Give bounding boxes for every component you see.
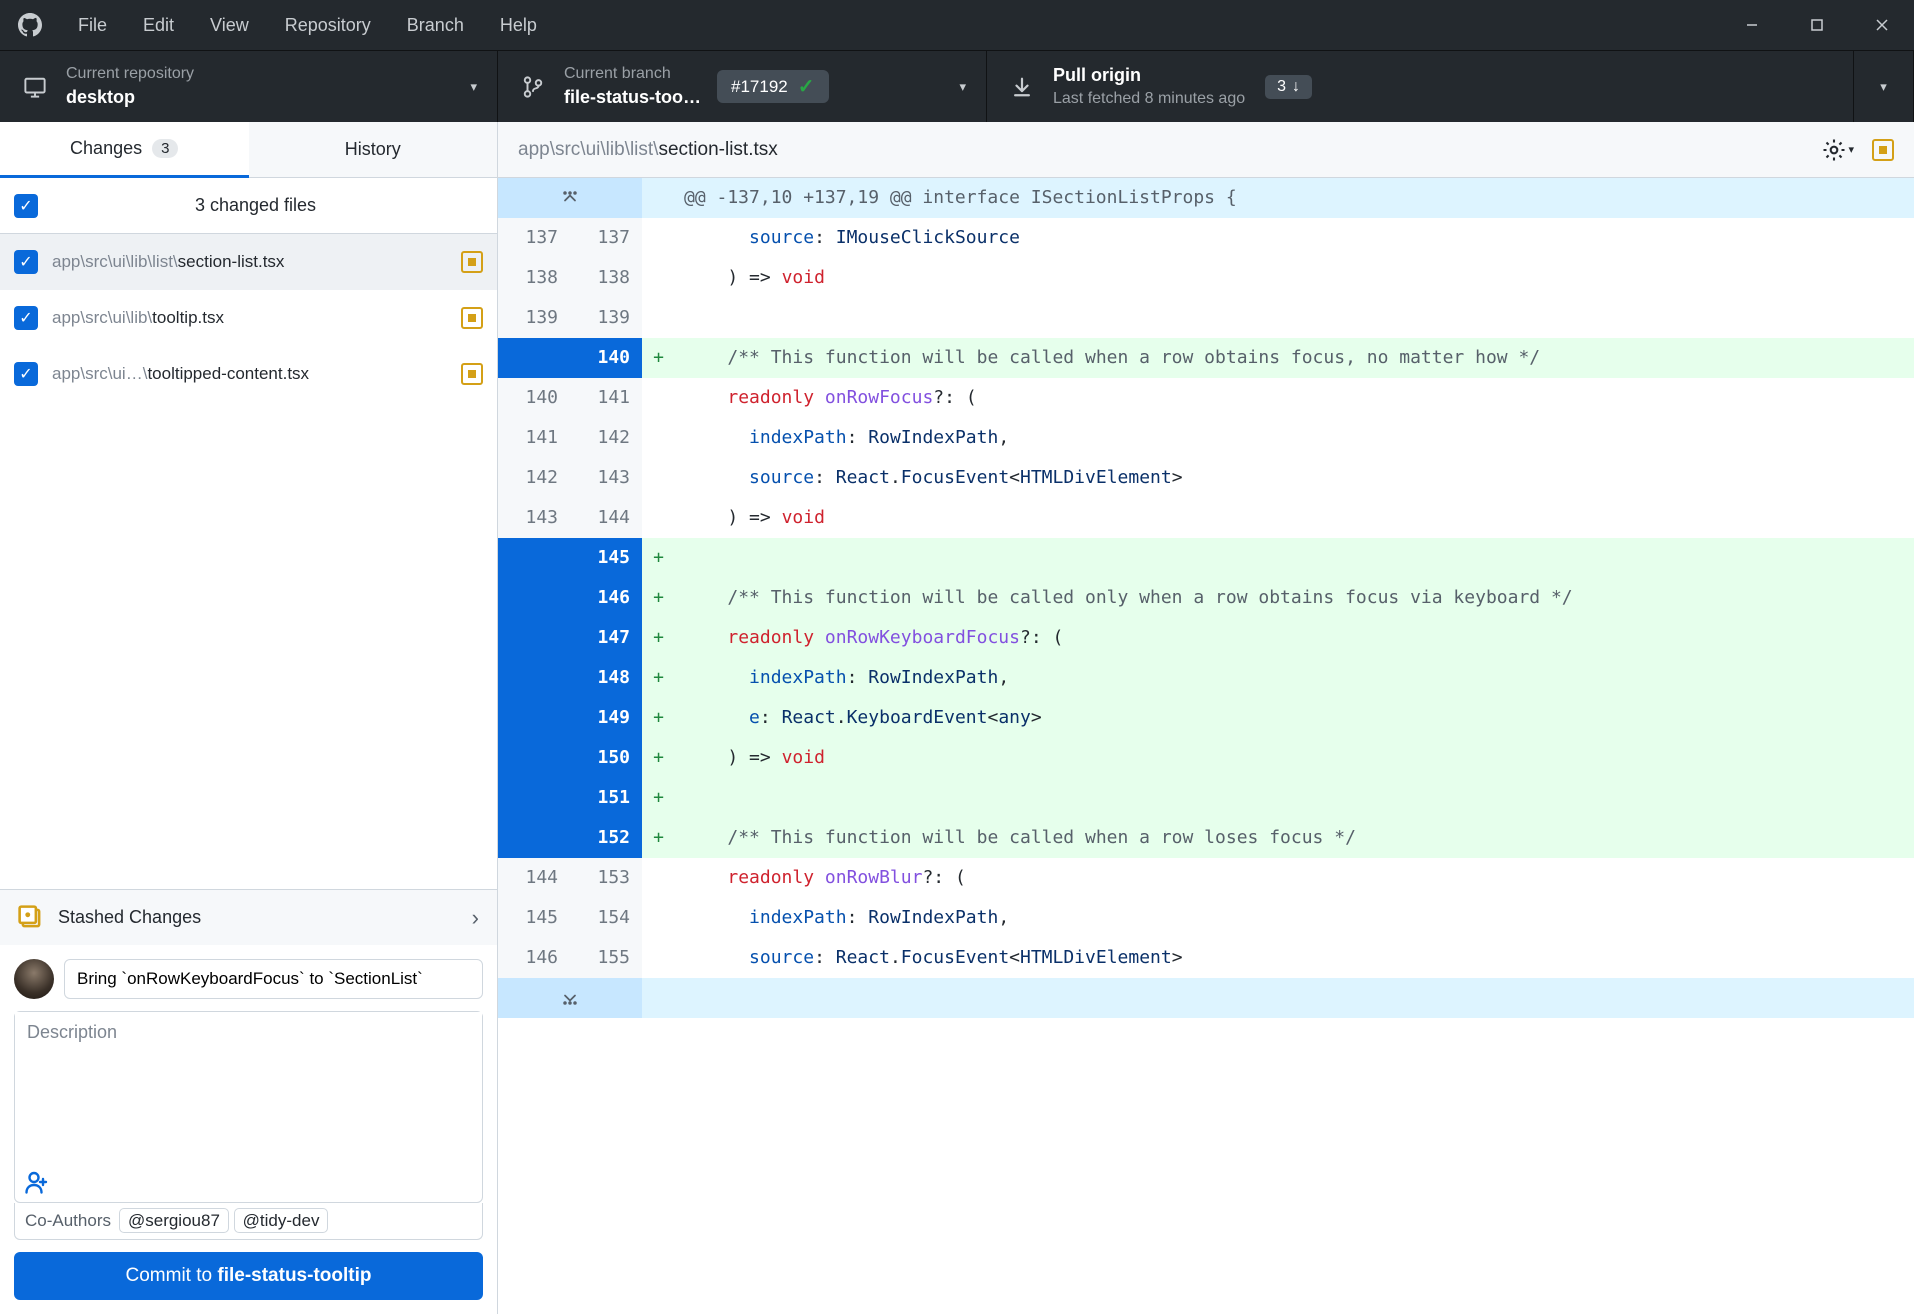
- diff-line[interactable]: 143144 ) => void: [498, 498, 1914, 538]
- diff-line[interactable]: 138138 ) => void: [498, 258, 1914, 298]
- menu-view[interactable]: View: [192, 0, 267, 50]
- commit-summary-input[interactable]: [64, 959, 483, 999]
- close-button[interactable]: [1849, 0, 1914, 50]
- diff-line[interactable]: 142143 source: React.FocusEvent<HTMLDivE…: [498, 458, 1914, 498]
- file-status-icon: [1872, 139, 1894, 161]
- pull-label: Pull origin: [1053, 63, 1245, 88]
- menu-help[interactable]: Help: [482, 0, 555, 50]
- file-checkbox[interactable]: ✓: [14, 306, 38, 330]
- desktop-icon: [22, 76, 48, 98]
- coauthor-chip[interactable]: @sergiou87: [119, 1208, 229, 1233]
- stashed-changes-row[interactable]: Stashed Changes ›: [0, 889, 497, 945]
- chevron-down-icon: ▾: [470, 79, 477, 95]
- diff-line[interactable]: 146+ /** This function will be called on…: [498, 578, 1914, 618]
- diff-line[interactable]: 150+ ) => void: [498, 738, 1914, 778]
- branch-label: Current branch: [564, 63, 701, 85]
- git-branch-icon: [520, 76, 546, 98]
- maximize-button[interactable]: [1784, 0, 1849, 50]
- tab-changes[interactable]: Changes 3: [0, 122, 249, 178]
- diff-file-header: app\src\ui\lib\list\section-list.tsx ▾: [498, 122, 1914, 178]
- diff-line[interactable]: 140+ /** This function will be called wh…: [498, 338, 1914, 378]
- menu-file[interactable]: File: [60, 0, 125, 50]
- pull-count-badge: 3 ↓: [1265, 75, 1312, 99]
- tab-history[interactable]: History: [249, 122, 498, 178]
- repo-label: Current repository: [66, 63, 194, 85]
- pr-number: #17192: [731, 77, 788, 97]
- repository-selector[interactable]: Current repository desktop ▾: [0, 51, 498, 122]
- select-all-checkbox[interactable]: ✓: [14, 194, 38, 218]
- add-coauthor-button[interactable]: [15, 1162, 482, 1202]
- file-row[interactable]: ✓app\src\ui\lib\tooltip.tsx: [0, 290, 497, 346]
- diff-line[interactable]: 145+: [498, 538, 1914, 578]
- download-icon: [1009, 76, 1035, 98]
- pull-button[interactable]: Pull origin Last fetched 8 minutes ago 3…: [987, 51, 1854, 122]
- repo-name: desktop: [66, 85, 194, 110]
- diff-line[interactable]: 137137 source: IMouseClickSource: [498, 218, 1914, 258]
- diff-line[interactable]: 146155 source: React.FocusEvent<HTMLDivE…: [498, 938, 1914, 978]
- modified-icon: [461, 307, 483, 329]
- diff-line[interactable]: 147+ readonly onRowKeyboardFocus?: (: [498, 618, 1914, 658]
- toolbar-more-button[interactable]: ▾: [1854, 51, 1914, 122]
- ci-pass-icon: ✓: [798, 74, 815, 99]
- chevron-right-icon: ›: [472, 905, 479, 931]
- branch-selector[interactable]: Current branch file-status-too… #17192 ✓…: [498, 51, 987, 122]
- menu-repository[interactable]: Repository: [267, 0, 389, 50]
- diff-line[interactable]: 151+: [498, 778, 1914, 818]
- expand-hunk-button[interactable]: [498, 978, 642, 1018]
- expand-hunk-button[interactable]: [498, 178, 642, 218]
- chevron-down-icon: ▾: [1880, 79, 1887, 95]
- avatar: [14, 959, 54, 999]
- file-list: ✓app\src\ui\lib\list\section-list.tsx✓ap…: [0, 234, 497, 402]
- minimize-button[interactable]: [1719, 0, 1784, 50]
- commit-description-input[interactable]: [15, 1012, 482, 1162]
- pr-badge[interactable]: #17192 ✓: [717, 70, 829, 103]
- coauthor-chip[interactable]: @tidy-dev: [234, 1208, 329, 1233]
- menu-edit[interactable]: Edit: [125, 0, 192, 50]
- file-checkbox[interactable]: ✓: [14, 250, 38, 274]
- changes-header: ✓ 3 changed files: [0, 178, 497, 234]
- diff-line[interactable]: 140141 readonly onRowFocus?: (: [498, 378, 1914, 418]
- diff-line[interactable]: 145154 indexPath: RowIndexPath,: [498, 898, 1914, 938]
- modified-icon: [461, 363, 483, 385]
- diff-line[interactable]: 149+ e: React.KeyboardEvent<any>: [498, 698, 1914, 738]
- file-row[interactable]: ✓app\src\ui\lib\list\section-list.tsx: [0, 234, 497, 290]
- modified-icon: [461, 251, 483, 273]
- branch-name: file-status-too…: [564, 85, 701, 110]
- menu-branch[interactable]: Branch: [389, 0, 482, 50]
- coauthors-field[interactable]: Co-Authors @sergiou87 @tidy-dev: [14, 1203, 483, 1240]
- menu-bar: FileEditViewRepositoryBranchHelp: [60, 0, 555, 50]
- diff-settings-button[interactable]: ▾: [1822, 138, 1854, 162]
- diff-line[interactable]: 141142 indexPath: RowIndexPath,: [498, 418, 1914, 458]
- diff-view[interactable]: @@ -137,10 +137,19 @@ interface ISection…: [498, 178, 1914, 1018]
- diff-line[interactable]: 152+ /** This function will be called wh…: [498, 818, 1914, 858]
- stash-icon: [18, 905, 44, 931]
- commit-button[interactable]: Commit to file-status-tooltip: [14, 1252, 483, 1300]
- diff-line[interactable]: 139139: [498, 298, 1914, 338]
- arrow-down-icon: ↓: [1292, 78, 1300, 96]
- chevron-down-icon: ▾: [959, 79, 966, 95]
- diff-line[interactable]: 144153 readonly onRowBlur?: (: [498, 858, 1914, 898]
- pull-sub: Last fetched 8 minutes ago: [1053, 88, 1245, 110]
- file-row[interactable]: ✓app\src\ui…\tooltipped-content.tsx: [0, 346, 497, 402]
- file-checkbox[interactable]: ✓: [14, 362, 38, 386]
- diff-line[interactable]: 148+ indexPath: RowIndexPath,: [498, 658, 1914, 698]
- app-logo: [0, 13, 60, 37]
- changes-count-badge: 3: [152, 139, 178, 158]
